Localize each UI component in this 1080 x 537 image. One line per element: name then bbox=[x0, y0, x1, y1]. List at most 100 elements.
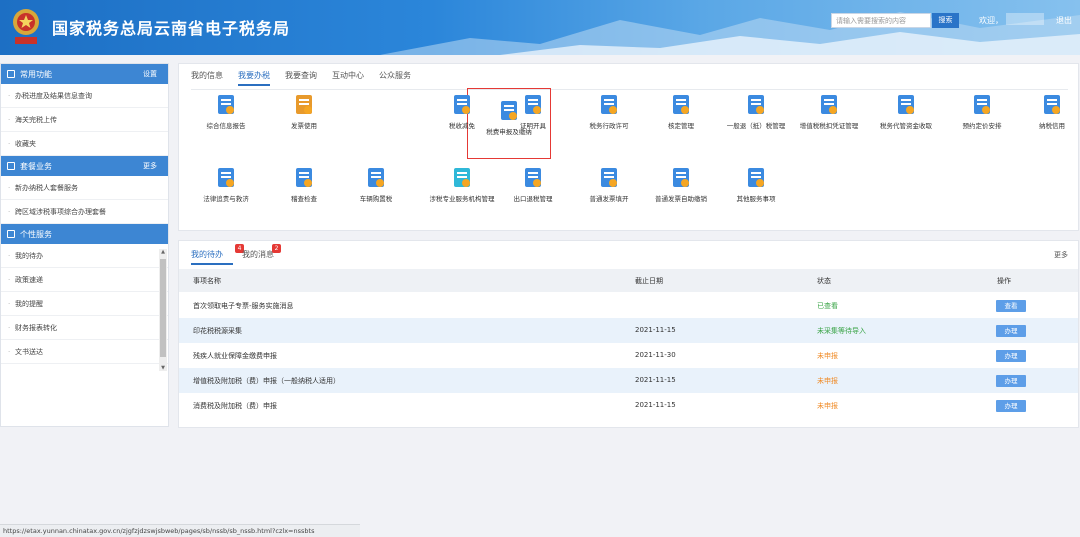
services-panel: 我的信息 我要办税 我要查询 互动中心 公众服务 综合信息报告 发票使用 税费申报及… bbox=[178, 63, 1079, 231]
sidebar-item-reminders[interactable]: 我的提醒 bbox=[1, 292, 168, 316]
table-row: 印花税税源采集 2021-11-15 未采集等待导入 办理 bbox=[179, 318, 1078, 343]
tab-my-messages[interactable]: 我的消息 2 bbox=[242, 244, 281, 260]
service-tile-vat-deduction[interactable]: 增值税税扣凭证管理 bbox=[794, 92, 864, 154]
todo-deadline: 2021-11-30 bbox=[635, 351, 676, 359]
tab-my-info[interactable]: 我的信息 bbox=[191, 70, 223, 86]
tile-label: 一般退（抵）税管理 bbox=[726, 122, 786, 130]
todo-item-name[interactable]: 消费税及附加税（费）申报 bbox=[193, 401, 277, 411]
site-title: 国家税务总局云南省电子税务局 bbox=[52, 19, 291, 38]
tile-label: 综合信息报告 bbox=[206, 122, 246, 130]
active-tab-underline bbox=[191, 263, 233, 265]
report-icon bbox=[214, 92, 238, 116]
invoice-issue-icon bbox=[597, 165, 621, 189]
service-tile-vehicle-tax[interactable]: 车辆购置税 bbox=[341, 165, 411, 227]
todo-status: 未申报 bbox=[817, 377, 838, 385]
sidebar-section-title: 个性服务 bbox=[20, 229, 52, 239]
tile-label: 普通发票填开 bbox=[589, 195, 629, 203]
tab-interaction[interactable]: 互动中心 bbox=[332, 70, 364, 86]
sidebar-item-my-todo[interactable]: 我的待办 bbox=[1, 244, 168, 268]
tab-public-service[interactable]: 公众服务 bbox=[379, 70, 411, 86]
service-tile-invoice-issue[interactable]: 普通发票填开 bbox=[574, 165, 644, 227]
tab-label: 我的消息 bbox=[242, 250, 274, 259]
tile-label: 涉税专业服务机构管理 bbox=[429, 195, 495, 203]
tab-query[interactable]: 我要查询 bbox=[285, 70, 317, 86]
tile-label: 税务代管资金收取 bbox=[880, 122, 932, 130]
service-tile-report[interactable]: 综合信息报告 bbox=[191, 92, 261, 154]
scroll-up-icon[interactable]: ▲ bbox=[159, 249, 167, 255]
search-button[interactable]: 搜索 bbox=[932, 13, 959, 28]
sidebar-section-personal[interactable]: 个性服务 bbox=[1, 224, 168, 244]
sidebar-scrollbar[interactable]: ▲ ▼ bbox=[159, 249, 167, 371]
todo-action-button[interactable]: 查看 bbox=[996, 300, 1026, 312]
sidebar-item-cross-region[interactable]: 跨区域涉税事项综合办理套餐 bbox=[1, 200, 168, 224]
browser-status-url: https://etax.yunnan.chinatax.gov.cn/zjgf… bbox=[0, 524, 360, 537]
sidebar: 常用功能 设置 办税进度及结果信息查询 海关完税上传 收藏夹 套餐业务 更多 新… bbox=[0, 63, 169, 427]
service-tile-invoice-self[interactable]: 普通发票自助缴销 bbox=[646, 165, 716, 227]
tile-label: 出口退税管理 bbox=[513, 195, 553, 203]
service-tile-agency[interactable]: 涉税专业服务机构管理 bbox=[427, 165, 497, 227]
settings-link[interactable]: 设置 bbox=[143, 69, 157, 79]
service-tile-refund[interactable]: 一般退（抵）税管理 bbox=[721, 92, 791, 154]
sidebar-item-policy[interactable]: 政策速递 bbox=[1, 268, 168, 292]
todo-status: 未采集等待导入 bbox=[817, 327, 866, 335]
tile-label: 税务行政许可 bbox=[589, 122, 629, 130]
tax-emblem-logo bbox=[13, 9, 39, 44]
tab-my-todo[interactable]: 我的待办 4 bbox=[191, 244, 244, 260]
service-tile-certificate[interactable]: 证明开具 bbox=[498, 92, 568, 154]
service-tile-custody-fund[interactable]: 税务代管资金收取 bbox=[871, 92, 941, 154]
service-tile-credit[interactable]: 纳税信用 bbox=[1017, 92, 1080, 154]
service-tile-pricing[interactable]: 预约定价安排 bbox=[947, 92, 1017, 154]
logout-link[interactable]: 退出 bbox=[1056, 15, 1072, 26]
service-tile-assessment[interactable]: 核定管理 bbox=[646, 92, 716, 154]
service-tile-invoice[interactable]: 发票使用 bbox=[269, 92, 339, 154]
service-tile-other[interactable]: 其他服务事项 bbox=[721, 165, 791, 227]
invoice-self-icon bbox=[669, 165, 693, 189]
sidebar-item-documents[interactable]: 文书送达 bbox=[1, 340, 168, 364]
more-link[interactable]: 更多 bbox=[1054, 250, 1068, 260]
sidebar-section-common[interactable]: 常用功能 设置 bbox=[1, 64, 168, 84]
col-header-action: 操作 bbox=[997, 277, 1011, 285]
todo-deadline: 2021-11-15 bbox=[635, 376, 676, 384]
service-tile-exemption[interactable]: 税收减免 bbox=[427, 92, 497, 154]
todo-item-name[interactable]: 印花税税源采集 bbox=[193, 326, 242, 336]
table-header: 事项名称 截止日期 状态 操作 bbox=[179, 269, 1078, 292]
welcome-text: 欢迎， bbox=[979, 16, 1003, 25]
sidebar-item-new-taxpayer[interactable]: 新办纳税人套餐服务 bbox=[1, 176, 168, 200]
more-link[interactable]: 更多 bbox=[143, 161, 157, 171]
scrollbar-thumb[interactable] bbox=[160, 259, 166, 357]
sidebar-item-customs-upload[interactable]: 海关完税上传 bbox=[1, 108, 168, 132]
tab-handle-tax[interactable]: 我要办税 bbox=[238, 70, 270, 86]
sidebar-section-package[interactable]: 套餐业务 更多 bbox=[1, 156, 168, 176]
refund-icon bbox=[744, 92, 768, 116]
legal-icon bbox=[214, 165, 238, 189]
sidebar-item-favorites[interactable]: 收藏夹 bbox=[1, 132, 168, 156]
col-header-name: 事项名称 bbox=[193, 277, 221, 285]
scroll-down-icon[interactable]: ▼ bbox=[159, 365, 167, 371]
service-tile-export-refund[interactable]: 出口退税管理 bbox=[498, 165, 568, 227]
grid-icon bbox=[7, 230, 15, 238]
todo-item-name[interactable]: 残疾人就业保障金缴费申报 bbox=[193, 351, 277, 361]
table-row: 增值税及附加税（费）申报（一般纳税人适用） 2021-11-15 未申报 办理 bbox=[179, 368, 1078, 393]
tile-label: 纳税信用 bbox=[1039, 122, 1065, 130]
todo-action-button[interactable]: 办理 bbox=[996, 350, 1026, 362]
search-input[interactable]: 请输入需要搜索的内容 bbox=[831, 13, 931, 28]
todo-panel: 我的待办 4 我的消息 2 更多 事项名称 截止日期 状态 操作 首次领取电子专… bbox=[178, 240, 1079, 428]
todo-item-name[interactable]: 首次领取电子专票-服务实施消息 bbox=[193, 301, 294, 311]
service-tile-permit[interactable]: 税务行政许可 bbox=[574, 92, 644, 154]
todo-action-button[interactable]: 办理 bbox=[996, 400, 1026, 412]
todo-item-name[interactable]: 增值税及附加税（费）申报（一般纳税人适用） bbox=[193, 376, 340, 386]
agency-icon bbox=[450, 165, 474, 189]
table-row: 残疾人就业保障金缴费申报 2021-11-30 未申报 办理 bbox=[179, 343, 1078, 368]
service-tile-inspection[interactable]: 稽查检查 bbox=[269, 165, 339, 227]
permit-icon bbox=[597, 92, 621, 116]
sidebar-item-progress-query[interactable]: 办税进度及结果信息查询 bbox=[1, 84, 168, 108]
invoice-icon bbox=[292, 92, 316, 116]
star-icon bbox=[7, 70, 15, 78]
tile-label: 普通发票自助缴销 bbox=[655, 195, 707, 203]
todo-action-button[interactable]: 办理 bbox=[996, 375, 1026, 387]
todo-action-button[interactable]: 办理 bbox=[996, 325, 1026, 337]
todo-status: 已查看 bbox=[817, 302, 838, 310]
service-tile-legal[interactable]: 法律追责与救济 bbox=[191, 165, 261, 227]
tab-label: 我的待办 bbox=[191, 250, 223, 259]
sidebar-item-financial-report[interactable]: 财务报表转化 bbox=[1, 316, 168, 340]
